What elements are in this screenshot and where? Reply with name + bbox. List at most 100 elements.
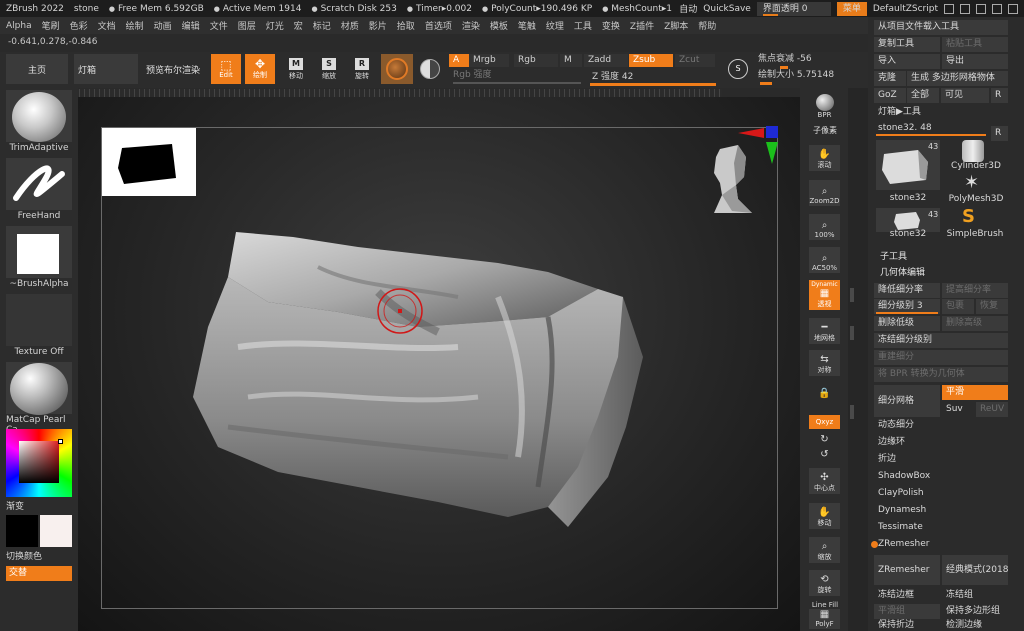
menu-item[interactable]: 绘制 xyxy=(126,19,144,32)
import-button[interactable]: 导入 xyxy=(874,54,940,69)
zcut-toggle[interactable]: Zcut xyxy=(675,54,715,67)
cylinder-label[interactable]: Cylinder3D xyxy=(946,161,1006,171)
material-sphere-button[interactable] xyxy=(381,54,413,84)
zoom2d-button[interactable]: ⌕ Zoom2D xyxy=(809,180,840,206)
crease-header[interactable]: 折边 xyxy=(874,452,1008,467)
draw-button[interactable]: ✥ 绘制 xyxy=(245,54,275,84)
color-picker-square[interactable] xyxy=(19,441,59,483)
freeze-groups-button[interactable]: 冻结组 xyxy=(942,588,1008,603)
scroll-handle[interactable] xyxy=(850,326,854,340)
bpr-to-geometry-button[interactable]: 将 BPR 转换为几何体 xyxy=(874,367,1008,382)
menu-item[interactable]: 色彩 xyxy=(70,19,88,32)
xyz-button[interactable]: Qxyz xyxy=(809,415,840,429)
sculpt-mode-button[interactable]: S xyxy=(724,54,752,84)
keep-crease-button[interactable]: 保持折边 xyxy=(874,619,940,631)
menu-item[interactable]: 拾取 xyxy=(397,19,415,32)
ui-transparency-slider[interactable]: 界面透明 0 xyxy=(756,1,831,16)
scale-view-button[interactable]: ⌕ 缩放 xyxy=(809,537,840,563)
goz-all-button[interactable]: 全部 xyxy=(907,88,939,103)
menu-item[interactable]: 纹理 xyxy=(546,19,564,32)
menu-item[interactable]: 模板 xyxy=(490,19,508,32)
scroll-button[interactable]: ✋ 滚动 xyxy=(809,145,840,171)
edit-button[interactable]: ⬚ Edit xyxy=(211,54,241,84)
make-polymesh-button[interactable]: 生成 多边形网格物体 xyxy=(907,71,1008,86)
menus-button[interactable]: 菜单 xyxy=(836,1,867,16)
floor-button[interactable]: ━ 地网格 xyxy=(809,318,840,344)
simplebrush-label[interactable]: SimpleBrush xyxy=(944,229,1006,239)
rgb-intensity-slider[interactable]: Rgb 强度 xyxy=(449,69,579,82)
menu-item[interactable]: 文件 xyxy=(210,19,228,32)
cylinder-icon[interactable] xyxy=(962,140,984,162)
goz-button[interactable]: GoZ xyxy=(874,88,906,103)
menu-item[interactable]: 工具 xyxy=(574,19,592,32)
rotate-view-button[interactable]: ⟲ 旋转 xyxy=(809,570,840,596)
simplebrush-icon[interactable]: S xyxy=(962,207,975,227)
default-script[interactable]: DefaultZScript xyxy=(873,4,938,14)
m-toggle[interactable]: M xyxy=(560,54,582,67)
goz-r-button[interactable]: R xyxy=(991,88,1008,103)
rstr-button[interactable]: 恢复 xyxy=(976,299,1008,314)
menu-item[interactable]: 帮助 xyxy=(698,19,716,32)
lightbox-tool-button[interactable]: 灯箱▶工具 xyxy=(874,105,1008,120)
tool-slider-r-button[interactable]: R xyxy=(991,126,1008,141)
window-icon[interactable] xyxy=(976,3,986,14)
menu-item[interactable]: 编辑 xyxy=(182,19,200,32)
rotate-y-icon[interactable]: ↻ xyxy=(809,432,840,446)
geometry-header[interactable]: 几何体编辑 xyxy=(876,266,1006,281)
sdiv-slider-fill[interactable] xyxy=(876,312,938,314)
keep-groups-button[interactable]: 保持多边形组 xyxy=(942,604,1008,619)
menu-item[interactable]: 笔触 xyxy=(518,19,536,32)
suv-toggle[interactable]: Suv xyxy=(942,402,974,417)
divide-button[interactable]: 细分网格 xyxy=(874,385,940,417)
actual-size-button[interactable]: ⌕ 100% xyxy=(809,214,840,240)
shadowbox-header[interactable]: ShadowBox xyxy=(874,469,1008,484)
lightbox-button[interactable]: 灯箱 xyxy=(74,54,138,84)
draw-size-fill[interactable] xyxy=(760,82,772,85)
rgb-toggle[interactable]: Rgb xyxy=(514,54,558,67)
move-button[interactable]: M 移动 xyxy=(281,55,311,83)
alternate-button[interactable]: 交替 xyxy=(6,566,72,581)
right-scrollbar[interactable] xyxy=(848,88,868,631)
primary-color-swatch[interactable] xyxy=(6,515,38,547)
zsub-toggle[interactable]: Zsub xyxy=(629,54,673,67)
zremesher-header[interactable]: ZRemesher xyxy=(874,537,1008,552)
menu-item[interactable]: 宏 xyxy=(294,19,303,32)
antialias-half-button[interactable]: ⌕ AC50% xyxy=(809,247,840,273)
menu-item[interactable]: 影片 xyxy=(369,19,387,32)
tessimate-header[interactable]: Tessimate xyxy=(874,520,1008,535)
export-button[interactable]: 导出 xyxy=(942,54,1008,69)
goz-visible-button[interactable]: 可见 xyxy=(941,88,989,103)
polyf-button[interactable]: ▦ PolyF xyxy=(809,609,840,629)
tool-slider-fill[interactable] xyxy=(876,134,986,136)
window-icon[interactable] xyxy=(944,3,954,14)
delete-higher-button[interactable]: 删除高级 xyxy=(942,316,1008,331)
menu-item[interactable]: 标记 xyxy=(313,19,331,32)
higher-res-button[interactable]: 提高细分率 xyxy=(942,283,1008,298)
menu-item[interactable]: 图层 xyxy=(238,19,256,32)
rotate-button[interactable]: R 旋转 xyxy=(347,55,377,83)
live-boolean-button[interactable]: 预览布尔渲染 xyxy=(141,54,205,84)
freeze-border-button[interactable]: 冻结边框 xyxy=(874,588,940,603)
draw-size-slider[interactable]: 绘制大小 5.75148 xyxy=(754,69,836,82)
spotlight-button[interactable] xyxy=(417,54,443,84)
clone-button[interactable]: 克隆 xyxy=(874,71,906,86)
polymesh-label[interactable]: PolyMesh3D xyxy=(946,194,1006,204)
menu-item[interactable]: 笔刷 xyxy=(42,19,60,32)
switch-color-label[interactable]: 切换颜色 xyxy=(6,549,72,562)
cage-button[interactable]: 包裹 xyxy=(942,299,974,314)
home-button[interactable]: 主页 xyxy=(6,54,68,84)
rgb-intensity-track[interactable] xyxy=(453,82,581,84)
alpha-slot[interactable] xyxy=(6,226,72,278)
a-toggle[interactable]: A xyxy=(449,54,469,67)
window-icon[interactable] xyxy=(1008,3,1018,14)
menu-item[interactable]: Z脚本 xyxy=(664,19,688,32)
window-icon[interactable] xyxy=(992,3,1002,14)
stone-mesh[interactable] xyxy=(78,97,800,631)
smooth-toggle[interactable]: 平滑 xyxy=(942,385,1008,400)
dynamesh-header[interactable]: Dynamesh xyxy=(874,503,1008,518)
quicksave-button[interactable]: QuickSave xyxy=(703,4,751,14)
window-icon[interactable] xyxy=(960,3,970,14)
copy-tool-button[interactable]: 复制工具 xyxy=(874,37,940,52)
menu-item[interactable]: Z插件 xyxy=(630,19,654,32)
brush-slot[interactable] xyxy=(6,90,72,142)
